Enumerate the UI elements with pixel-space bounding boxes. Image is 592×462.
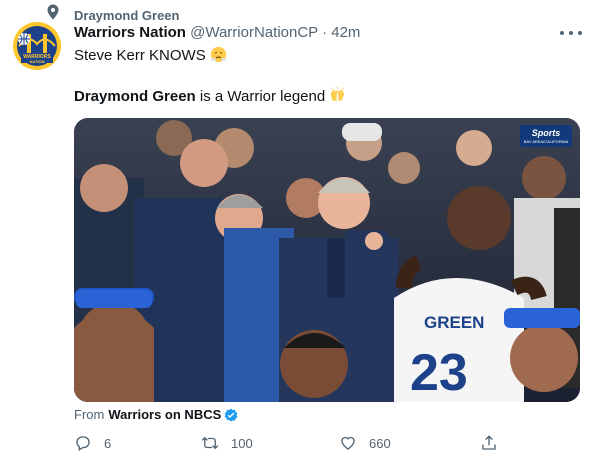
share-icon bbox=[482, 435, 496, 450]
social-context-label[interactable]: Draymond Green bbox=[74, 8, 179, 23]
tweet-text-2: is a Warrior legend bbox=[195, 88, 326, 105]
face-with-steam-from-nose-icon bbox=[210, 46, 226, 63]
like-count: 660 bbox=[369, 435, 391, 451]
source-name[interactable]: Warriors on NBCS bbox=[108, 407, 221, 422]
tweet-text-bold: Draymond Green bbox=[74, 88, 196, 105]
more-dot-icon bbox=[578, 31, 582, 35]
raising-hands-icon bbox=[330, 87, 345, 101]
like-button[interactable]: 660 bbox=[339, 434, 391, 452]
avatar-text-bottom: NATION bbox=[29, 59, 44, 64]
network-logo-text: Sports bbox=[532, 128, 561, 138]
author-name[interactable]: Warriors Nation bbox=[74, 24, 186, 41]
jersey-name: GREEN bbox=[424, 313, 484, 332]
more-options-button[interactable] bbox=[560, 26, 582, 40]
reply-button[interactable]: 6 bbox=[74, 434, 111, 452]
more-dot-icon bbox=[560, 31, 564, 35]
retweet-button[interactable]: 100 bbox=[201, 434, 253, 452]
location-pin-icon bbox=[47, 4, 59, 20]
jersey-number: 23 bbox=[410, 344, 468, 402]
reply-count: 6 bbox=[104, 435, 112, 451]
media-source[interactable]: From Warriors on NBCS bbox=[74, 407, 238, 422]
heart-icon bbox=[341, 436, 355, 450]
tweet-text-1: Steve Kerr KNOWS bbox=[74, 47, 206, 64]
network-logo-subtext: BAY AREA/CALIFORNIA bbox=[524, 139, 569, 144]
tweet-media-video[interactable]: GREEN 23 Sports BAY AREA/CALIFORNIA bbox=[74, 118, 580, 402]
tweet-header: Warriors Nation @WarriorNationCP · 42m bbox=[74, 24, 360, 41]
share-button[interactable] bbox=[480, 434, 498, 452]
video-frame: GREEN 23 Sports BAY AREA/CALIFORNIA bbox=[74, 118, 580, 402]
tweet-text-line-1: Steve Kerr KNOWS bbox=[74, 46, 227, 64]
tweet-text-line-2: Draymond Green is a Warrior legend bbox=[74, 87, 346, 105]
avatar[interactable]: WARRIORS NATION bbox=[13, 22, 61, 70]
more-dot-icon bbox=[569, 31, 573, 35]
retweet-count: 100 bbox=[231, 435, 253, 451]
header-separator: · bbox=[322, 24, 328, 41]
tweet-timestamp[interactable]: 42m bbox=[331, 24, 360, 41]
author-handle[interactable]: @WarriorNationCP bbox=[190, 24, 318, 41]
tweet-actions: 6 100 660 bbox=[74, 434, 580, 456]
warriors-nation-logo: WARRIORS NATION bbox=[13, 22, 61, 70]
reply-icon bbox=[76, 436, 90, 451]
source-prefix: From bbox=[74, 407, 105, 422]
retweet-icon bbox=[201, 436, 219, 450]
verified-badge-icon bbox=[224, 408, 238, 421]
